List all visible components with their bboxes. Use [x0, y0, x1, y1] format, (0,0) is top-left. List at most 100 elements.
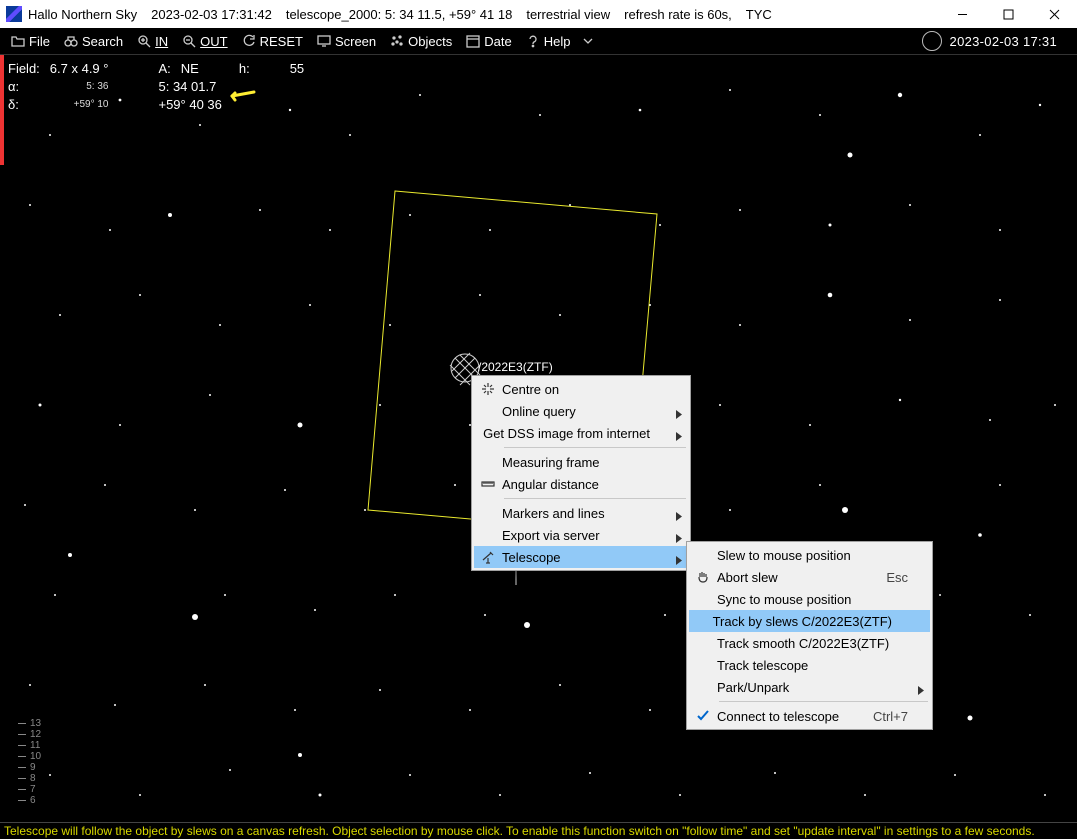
menu-reset[interactable]: RESET — [235, 29, 310, 53]
hand-stop-icon — [689, 570, 717, 584]
context-menu-main: Centre on Online query Get DSS image fro… — [471, 375, 691, 571]
toolbar: File Search IN OUT RESET Screen Objects … — [0, 28, 1077, 55]
zoom-in-icon — [137, 34, 151, 48]
window-titlebar: Hallo Northern Sky 2023-02-03 17:31:42 t… — [0, 0, 1077, 28]
objects-icon — [390, 34, 404, 48]
menu-objects-label: Objects — [408, 34, 452, 49]
sub-track-smooth[interactable]: Track smooth C/2022E3(ZTF) — [689, 632, 930, 654]
ctx-export-label: Export via server — [502, 528, 670, 543]
hud-delta-label: δ: — [8, 97, 48, 113]
title-view: terrestrial view — [526, 7, 610, 22]
menu-date-label: Date — [484, 34, 511, 49]
sub-track-telescope[interactable]: Track telescope — [689, 654, 930, 676]
close-button[interactable] — [1031, 0, 1077, 28]
chevron-right-icon — [676, 407, 682, 422]
menu-search[interactable]: Search — [57, 29, 130, 53]
separator — [504, 447, 686, 448]
menu-file-label: File — [29, 34, 50, 49]
ctx-online-label: Online query — [502, 404, 670, 419]
menu-dropdown[interactable] — [577, 29, 599, 53]
sub-park-unpark[interactable]: Park/Unpark — [689, 676, 930, 698]
separator — [504, 498, 686, 499]
ctx-dss-label: Get DSS image from internet — [483, 426, 670, 441]
scale-8: 8 — [30, 773, 36, 784]
sub-abort-accel: Esc — [886, 570, 912, 585]
ctx-measuring-frame[interactable]: Measuring frame — [474, 451, 688, 473]
chevron-right-icon — [676, 553, 682, 568]
folder-open-icon — [11, 34, 25, 48]
sub-abort-label: Abort slew — [717, 570, 886, 585]
chevron-right-icon — [918, 683, 924, 698]
ctx-markers-lines[interactable]: Markers and lines — [474, 502, 688, 524]
sub-connect-label: Connect to telescope — [717, 709, 873, 724]
ctx-get-dss[interactable]: Get DSS image from internet — [474, 422, 688, 444]
sub-abort[interactable]: Abort slew Esc — [689, 566, 930, 588]
sub-sync[interactable]: Sync to mouse position — [689, 588, 930, 610]
calendar-icon — [466, 34, 480, 48]
hud-alpha-value: 5: 34 01.7 — [158, 79, 236, 95]
check-icon — [689, 709, 717, 723]
scale-6: 6 — [30, 795, 36, 806]
menu-help-label: Help — [544, 34, 571, 49]
menu-reset-label: RESET — [260, 34, 303, 49]
ctx-centre-on[interactable]: Centre on — [474, 378, 688, 400]
sub-sync-label: Sync to mouse position — [717, 592, 912, 607]
ctx-markers-label: Markers and lines — [502, 506, 670, 521]
sub-slew-label: Slew to mouse position — [717, 548, 912, 563]
clock-ring-icon — [922, 31, 942, 51]
hud-alpha-label: α: — [8, 79, 48, 95]
ctx-telescope-label: Telescope — [502, 550, 670, 565]
menu-help[interactable]: Help — [519, 29, 578, 53]
title-refresh: refresh rate is 60s, — [624, 7, 732, 22]
monitor-icon — [317, 34, 331, 48]
sub-track-tel-label: Track telescope — [717, 658, 912, 673]
ctx-angular-distance[interactable]: Angular distance — [474, 473, 688, 495]
ruler-icon — [474, 477, 502, 491]
chevron-right-icon — [676, 531, 682, 546]
minimize-button[interactable] — [939, 0, 985, 28]
context-menu-telescope: Slew to mouse position Abort slew Esc Sy… — [686, 541, 933, 730]
scale-11: 11 — [30, 740, 40, 751]
window-caption: Hallo Northern Sky 2023-02-03 17:31:42 t… — [28, 7, 939, 22]
chevron-right-icon — [676, 509, 682, 524]
sub-connect[interactable]: Connect to telescope Ctrl+7 — [689, 705, 930, 727]
status-text: Telescope will follow the object by slew… — [4, 824, 1035, 838]
sub-track-smooth-label: Track smooth C/2022E3(ZTF) — [717, 636, 912, 651]
sub-track-slews[interactable]: Track by slews C/2022E3(ZTF) — [689, 610, 930, 632]
menu-out-label: OUT — [200, 34, 227, 49]
sub-connect-accel: Ctrl+7 — [873, 709, 912, 724]
scale-9: 9 — [30, 762, 36, 773]
menu-objects[interactable]: Objects — [383, 29, 459, 53]
menu-zoom-in[interactable]: IN — [130, 29, 175, 53]
reset-icon — [242, 34, 256, 48]
chevron-down-icon — [581, 34, 595, 48]
ctx-angular-label: Angular distance — [502, 477, 670, 492]
app-icon — [6, 6, 22, 22]
status-bar: Telescope will follow the object by slew… — [0, 822, 1077, 839]
hud-field-label: Field: — [8, 61, 48, 77]
menu-screen[interactable]: Screen — [310, 29, 383, 53]
chevron-right-icon — [676, 429, 682, 444]
hud-delta-small: +59° 10 — [50, 97, 117, 113]
ctx-centre-label: Centre on — [502, 382, 670, 397]
separator — [719, 701, 928, 702]
menu-in-label: IN — [155, 34, 168, 49]
scale-7: 7 — [30, 784, 36, 795]
sub-slew[interactable]: Slew to mouse position — [689, 544, 930, 566]
scale-13: 13 — [30, 718, 41, 729]
title-datetime: 2023-02-03 17:31:42 — [151, 7, 272, 22]
scale-10: 10 — [30, 751, 41, 762]
title-catalog: TYC — [746, 7, 772, 22]
menu-file[interactable]: File — [4, 29, 57, 53]
ctx-online-query[interactable]: Online query — [474, 400, 688, 422]
menu-date[interactable]: Date — [459, 29, 518, 53]
hud-field-value: 6.7 x 4.9 ° — [50, 61, 117, 77]
menu-zoom-out[interactable]: OUT — [175, 29, 234, 53]
clock-area: 2023-02-03 17:31 — [916, 31, 1073, 51]
title-telescope: telescope_2000: 5: 34 11.5, +59° 41 18 — [286, 7, 513, 22]
hud-overlay: Field: 6.7 x 4.9 ° A: NE h: 55 α: 5: 36 … — [6, 59, 314, 115]
ctx-export-server[interactable]: Export via server — [474, 524, 688, 546]
ctx-telescope[interactable]: Telescope — [474, 546, 688, 568]
maximize-button[interactable] — [985, 0, 1031, 28]
sky-canvas[interactable]: Field: 6.7 x 4.9 ° A: NE h: 55 α: 5: 36 … — [0, 55, 1077, 839]
